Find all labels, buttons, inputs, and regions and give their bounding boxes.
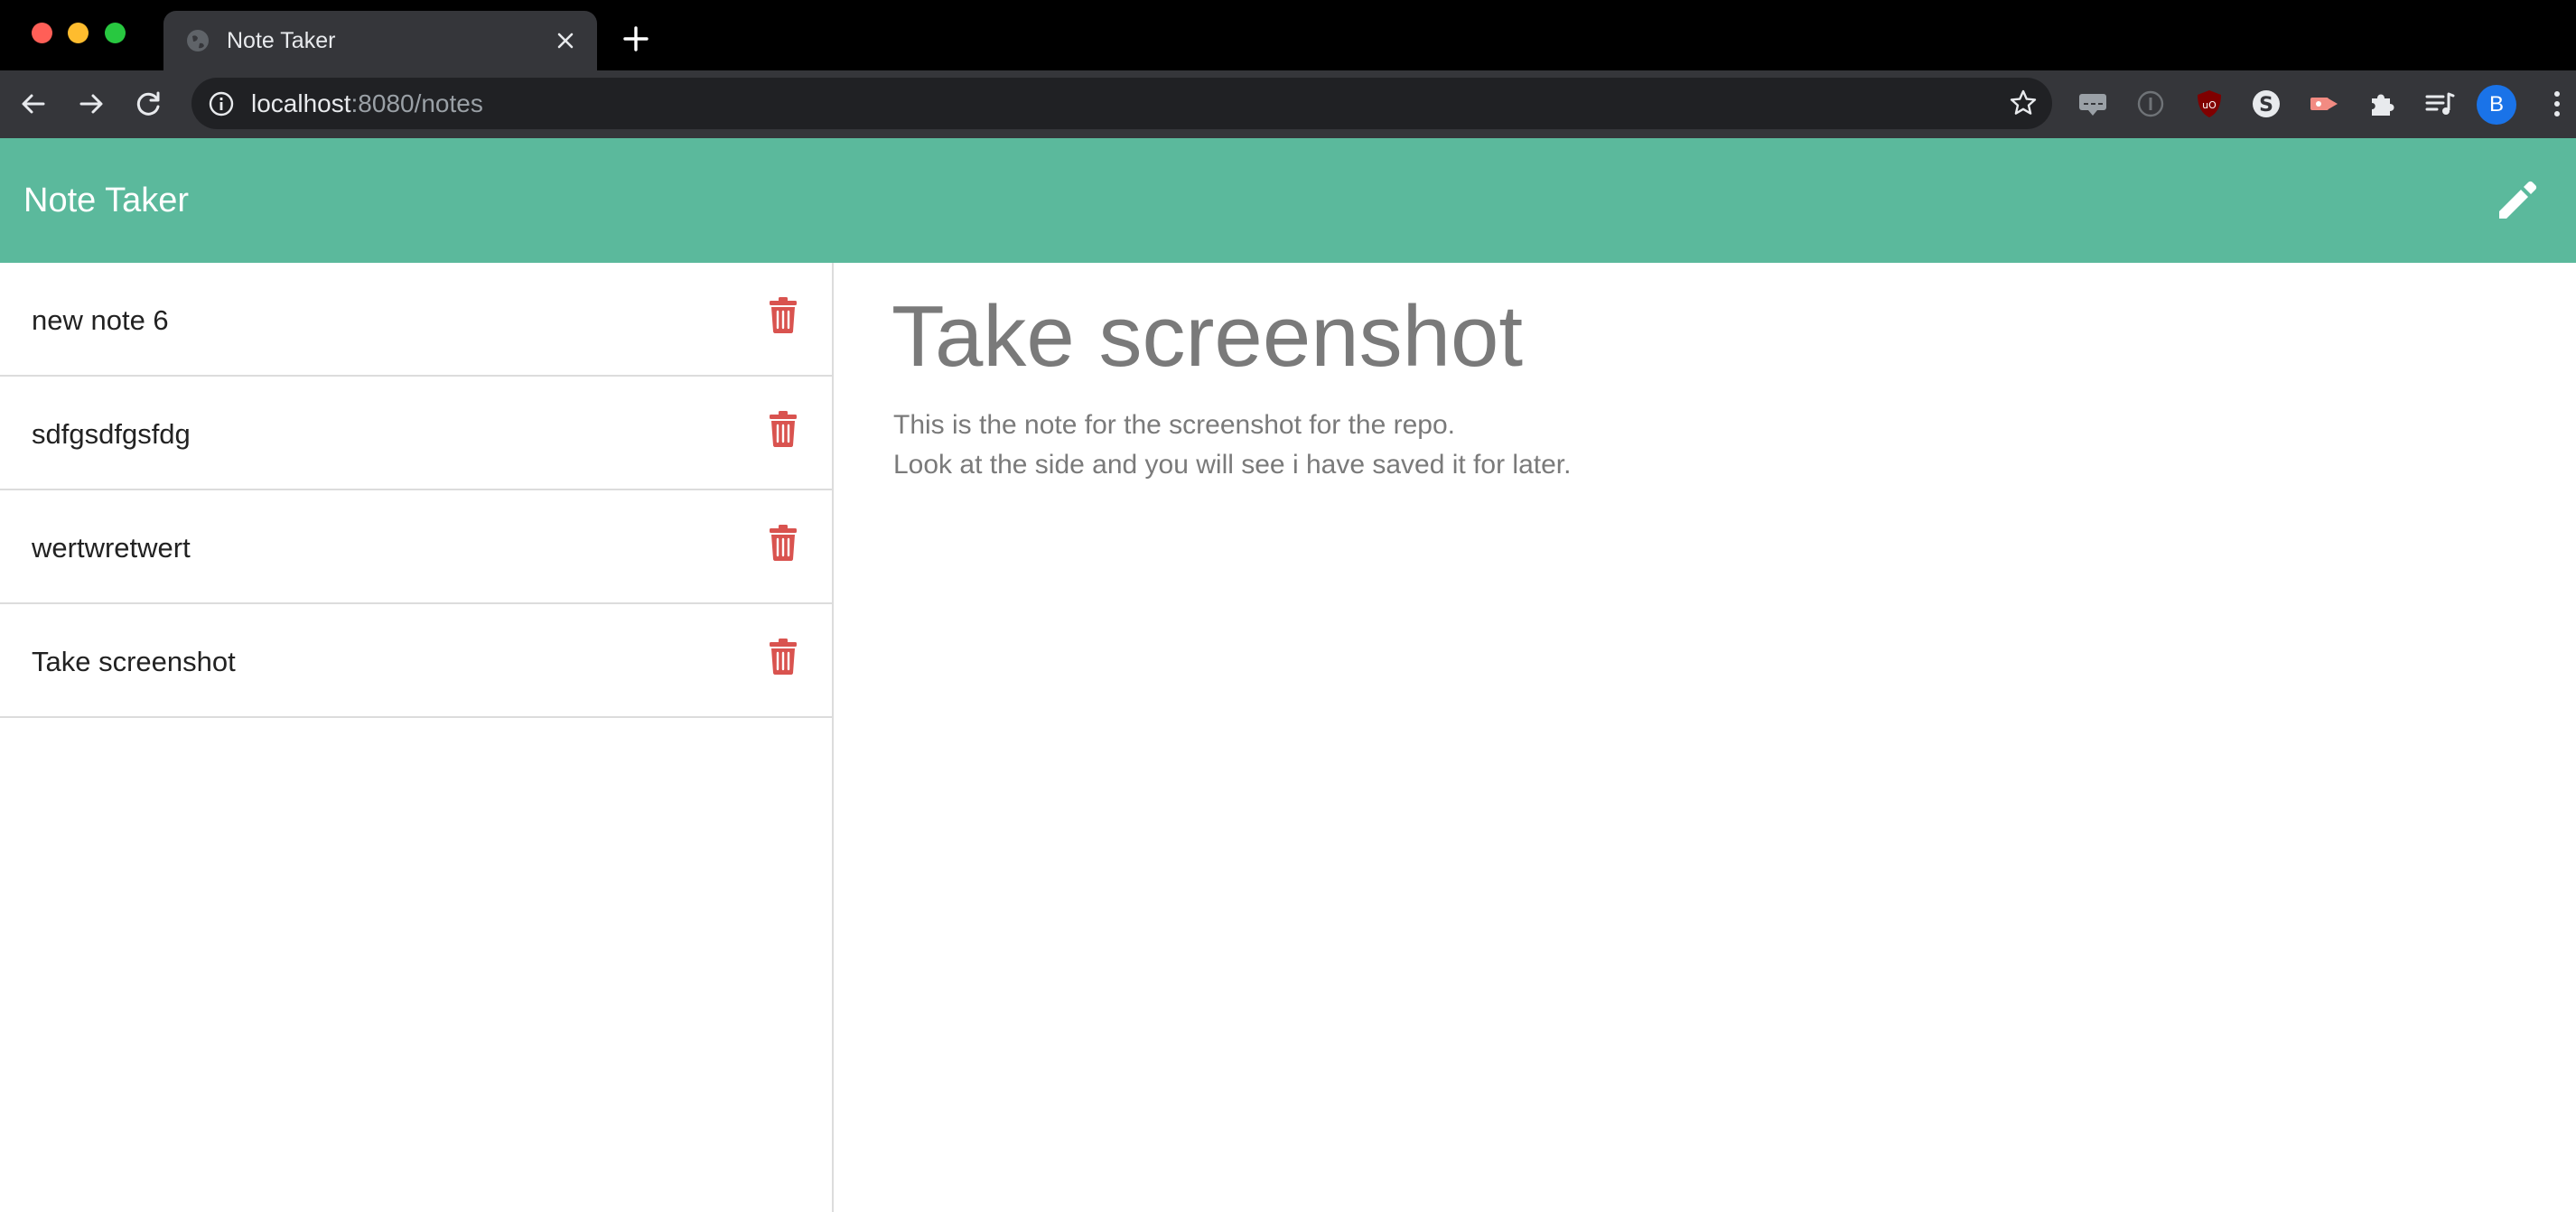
- browser-toolbar: localhost:8080/notes uO S B: [0, 70, 2576, 138]
- browser-tab[interactable]: Note Taker: [163, 11, 597, 70]
- note-title: new note 6: [32, 304, 169, 336]
- minimize-window-button[interactable]: [68, 23, 89, 43]
- list-item[interactable]: sdfgsdfgsfdg: [0, 377, 832, 490]
- tab-title: Note Taker: [227, 28, 336, 53]
- notes-list: new note 6 sdfgsdfgsfdg wertwretwert Tak…: [0, 263, 834, 1212]
- list-item[interactable]: Take screenshot: [0, 604, 832, 718]
- reload-icon[interactable]: [134, 89, 164, 119]
- note-title: sdfgsdfgsfdg: [32, 418, 191, 450]
- note-title: Take screenshot: [32, 646, 236, 677]
- close-window-button[interactable]: [32, 23, 52, 43]
- list-item[interactable]: new note 6: [0, 263, 832, 377]
- css-extension-icon[interactable]: [2076, 87, 2110, 121]
- svg-text:S: S: [2259, 94, 2273, 117]
- note-title: wertwretwert: [32, 532, 191, 564]
- pencil-icon[interactable]: [2493, 174, 2543, 225]
- puzzle-icon[interactable]: [2365, 87, 2399, 121]
- trash-icon[interactable]: [768, 297, 798, 333]
- avatar[interactable]: B: [2477, 85, 2516, 125]
- trash-icon[interactable]: [768, 639, 798, 675]
- info-extension-icon[interactable]: [2133, 87, 2168, 121]
- s-extension-icon[interactable]: S: [2249, 87, 2283, 121]
- globe-icon: [185, 28, 210, 53]
- url-host: localhost: [251, 89, 351, 117]
- note-title-field[interactable]: Take screenshot: [891, 284, 1523, 389]
- maximize-window-button[interactable]: [105, 23, 126, 43]
- url-path: :8080/notes: [350, 89, 483, 117]
- kebab-menu-icon[interactable]: [2540, 87, 2574, 121]
- ublock-shield-icon[interactable]: uO: [2192, 87, 2226, 121]
- info-icon[interactable]: [208, 90, 235, 117]
- close-icon[interactable]: [554, 29, 577, 52]
- url-text: localhost:8080/notes: [251, 89, 483, 119]
- svg-text:uO: uO: [2202, 99, 2217, 111]
- address-bar[interactable]: localhost:8080/notes: [191, 78, 2052, 129]
- plus-icon[interactable]: [622, 25, 649, 52]
- star-icon[interactable]: [2008, 88, 2039, 118]
- list-item[interactable]: wertwretwert: [0, 490, 832, 604]
- back-arrow-icon[interactable]: [18, 89, 49, 119]
- media-queue-icon[interactable]: [2422, 87, 2457, 121]
- trash-icon[interactable]: [768, 525, 798, 561]
- video-extension-icon[interactable]: [2307, 87, 2341, 121]
- note-text-field[interactable]: This is the note for the screenshot for …: [893, 406, 1571, 485]
- trash-icon[interactable]: [768, 411, 798, 447]
- forward-arrow-icon[interactable]: [76, 89, 107, 119]
- app-title[interactable]: Note Taker: [23, 180, 189, 221]
- note-editor: Take screenshot This is the note for the…: [835, 263, 2576, 1212]
- browser-tab-strip: Note Taker: [0, 0, 2576, 70]
- app-header: Note Taker: [0, 138, 2576, 263]
